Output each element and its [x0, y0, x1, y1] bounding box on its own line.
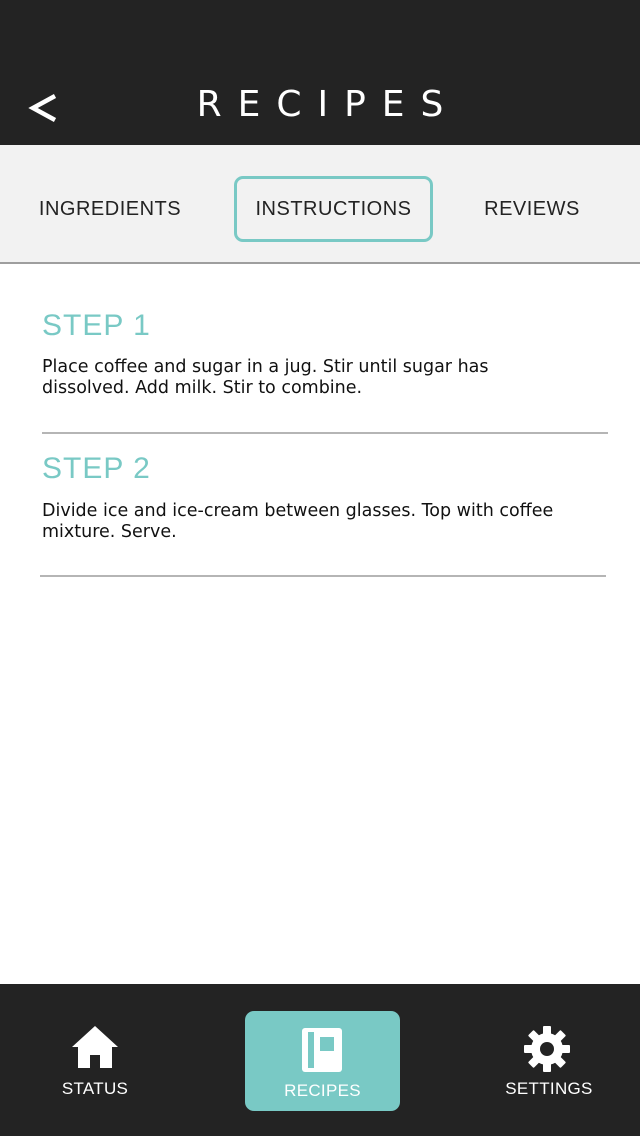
- tab-ingredients[interactable]: INGREDIENTS: [20, 176, 200, 242]
- page-title: RECIPES: [196, 84, 460, 125]
- tab-instructions[interactable]: INSTRUCTIONS: [234, 176, 433, 242]
- step-text: Divide ice and ice-cream between glasses…: [42, 501, 602, 543]
- nav-recipes[interactable]: RECIPES: [245, 1011, 400, 1111]
- step-text: Place coffee and sugar in a jug. Stir un…: [42, 357, 602, 399]
- step-divider: [40, 575, 606, 577]
- app-header: RECIPES: [0, 0, 640, 145]
- book-icon: [302, 1028, 342, 1072]
- nav-label: RECIPES: [284, 1081, 361, 1100]
- step-title: STEP 2: [42, 452, 151, 485]
- step-text-line: Divide ice and ice-cream between glasses…: [42, 501, 554, 521]
- nav-settings[interactable]: SETTINGS: [484, 984, 614, 1136]
- step-divider: [42, 432, 608, 434]
- step-text-line: mixture. Serve.: [42, 522, 177, 542]
- bottom-tab-bar: STATUS RECIPES SETTINGS: [0, 984, 640, 1136]
- step-text-line: Place coffee and sugar in a jug. Stir un…: [42, 357, 489, 377]
- recipe-tabs: INGREDIENTS INSTRUCTIONS REVIEWS: [0, 145, 640, 264]
- step-text-line: dissolved. Add milk. Stir to combine.: [42, 378, 363, 398]
- nav-status[interactable]: STATUS: [30, 984, 160, 1136]
- nav-label: SETTINGS: [505, 1079, 593, 1098]
- home-icon: [72, 1026, 118, 1068]
- step-title: STEP 1: [42, 309, 151, 342]
- nav-label: STATUS: [61, 1079, 129, 1098]
- tab-reviews[interactable]: REVIEWS: [462, 176, 602, 242]
- gear-icon: [524, 1026, 570, 1072]
